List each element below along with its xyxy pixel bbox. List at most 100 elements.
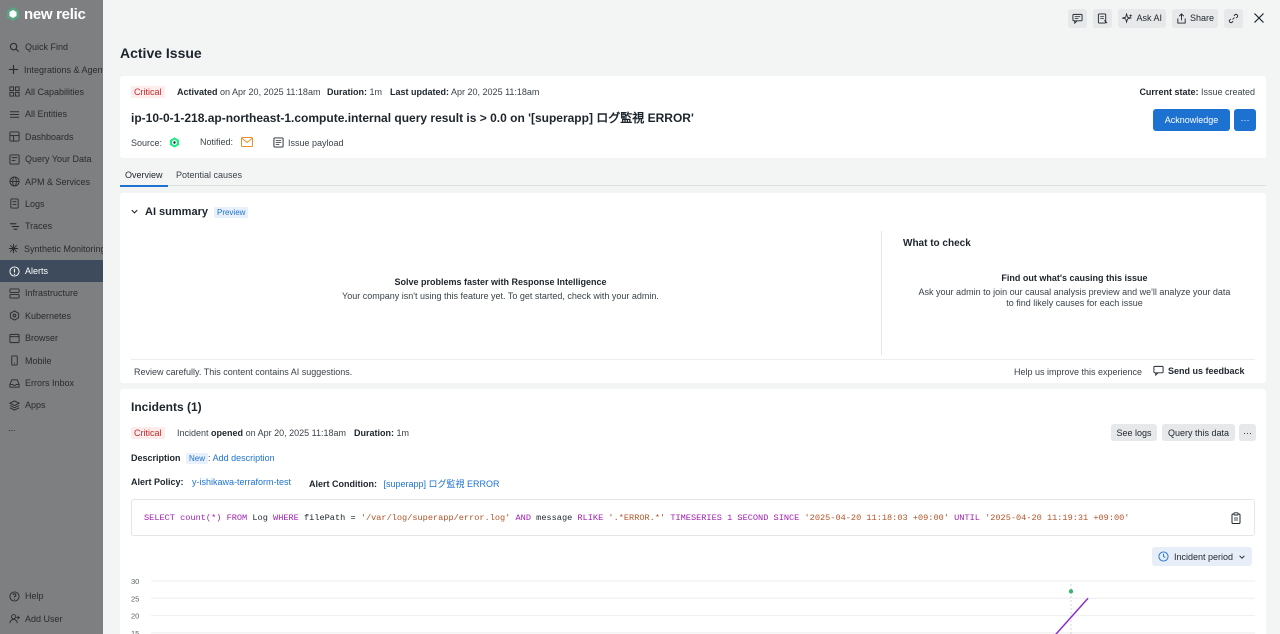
current-state-label: Current state: [1139,87,1199,97]
page-title: Active Issue [120,45,202,61]
source-label: Source: [131,137,163,148]
incident-duration-info: Duration: 1m [354,428,409,438]
add-description-link[interactable]: Add description [213,453,275,463]
send-feedback-button[interactable]: Send us feedback [1153,365,1245,376]
source-info: Source: [131,137,180,148]
new-badge: New [186,453,209,464]
synthetic-icon [8,243,19,255]
sidebar-more-button[interactable]: ... [0,417,103,439]
what-to-check-heading: Find out what's causing this issue [1001,273,1148,283]
comment-button[interactable] [1068,8,1088,28]
issue-tabs: Overview Potential causes [120,166,1266,187]
see-logs-button[interactable]: See logs [1111,424,1157,441]
issue-payload-link[interactable]: Issue payload [273,137,344,148]
sidebar-item-label: APM & Services [25,176,91,187]
event-marker[interactable] [1068,589,1074,594]
notes-button[interactable] [1093,8,1113,28]
clipboard-icon[interactable] [1230,512,1242,524]
sidebar-bottom-nav: Help Add User [0,585,103,630]
logs-icon [8,198,20,210]
last-updated-info: Last updated: Apr 20, 2025 11:18am [390,87,539,97]
logo[interactable]: new relic [0,0,103,28]
nrql-token: message [536,512,573,523]
incident-more-button[interactable]: ··· [1239,424,1256,441]
apps-icon [8,399,20,411]
close-button[interactable] [1249,9,1268,28]
sidebar-item-infrastructure[interactable]: Infrastructure [0,282,103,304]
query-this-data-button[interactable]: Query this data [1162,424,1235,441]
incident-opened-value: on Apr 20, 2025 11:18am [245,428,346,438]
ask-ai-button[interactable]: Ask AI [1118,8,1166,28]
activated-label: Activated [177,87,218,97]
nrql-token: 1 [727,512,733,523]
traces-icon [8,220,20,232]
notes-icon [1098,12,1108,24]
alert-policy-link[interactable]: y-ishikawa-terraform-test [192,477,291,487]
sidebar-item-apm-services[interactable]: APM & Services [0,170,103,192]
nrql-token: '/var/log/superapp/error.log' [360,512,511,523]
search-icon [8,41,20,53]
sidebar-item-traces[interactable]: Traces [0,215,103,237]
alert-condition-link[interactable]: [superapp] ログ監視 ERROR [384,479,500,489]
sidebar-item-mobile[interactable]: Mobile [0,349,103,371]
inbox-icon [8,377,20,389]
brand-name: new relic [24,5,86,23]
sidebar-item-all-capabilities[interactable]: All Capabilities [0,81,103,103]
nrql-token: AND [515,512,531,523]
duration-info: Duration: 1m [327,87,382,97]
activated-info: Activated on Apr 20, 2025 11:18am [177,87,320,97]
sidebar-item-browser[interactable]: Browser [0,327,103,349]
sidebar-item-logs[interactable]: Logs [0,193,103,215]
tab-overview[interactable]: Overview [120,170,168,187]
alert-condition-label: Alert Condition: [309,479,377,489]
ai-summary-heading: AI summary [145,206,208,218]
preview-badge: Preview [213,206,249,218]
what-to-check-text-1: Ask your admin to join our causal analys… [918,287,1231,297]
chevron-down-icon[interactable] [130,207,139,216]
incident-period-button[interactable]: Incident period [1152,547,1253,566]
duration-label: Duration: [327,87,367,97]
chevron-down-icon [1239,554,1245,559]
sidebar-item-synthetic-monitoring[interactable]: Synthetic Monitoring [0,238,103,260]
sidebar-item-alerts[interactable]: Alerts [0,259,103,283]
severity-badge: Critical [131,86,165,98]
nrql-query-box[interactable]: SELECT count(*) FROM Log WHERE filePath … [131,499,1255,536]
current-state-value: Issue created [1200,87,1255,97]
tab-potential-causes[interactable]: Potential causes [176,170,242,185]
comment-icon [1072,13,1083,24]
sidebar-item-help[interactable]: Help [0,585,103,607]
active-issue-panel: Ask AI Share Active Issue Critical Activ… [103,0,1280,634]
sidebar-item-dashboards[interactable]: Dashboards [0,126,103,148]
incident-duration-label: Duration: [354,428,394,438]
sidebar-item-integrations-agents[interactable]: Integrations & Agents [0,58,103,80]
sidebar-item-label: Help [25,591,44,602]
sidebar-item-kubernetes[interactable]: Kubernetes [0,305,103,327]
acknowledge-button[interactable]: Acknowledge [1153,109,1230,131]
add-user-icon [8,613,20,625]
email-icon[interactable] [241,137,254,147]
sidebar-item-all-entities[interactable]: All Entities [0,103,103,125]
issue-more-button[interactable]: ··· [1234,109,1256,131]
sidebar-item-errors-inbox[interactable]: Errors Inbox [0,372,103,394]
sidebar-item-quick-find[interactable]: Quick Find [0,36,103,58]
new-relic-logo-icon [7,7,19,21]
current-state-info: Current state: Issue created [1139,87,1255,97]
incident-chart: 30 25 20 15 [131,577,1255,634]
last-updated-value: Apr 20, 2025 11:18am [451,87,540,97]
incident-opened-info: Incident opened on Apr 20, 2025 11:18am [177,428,346,438]
share-button[interactable]: Share [1171,8,1218,28]
copy-link-button[interactable] [1224,8,1243,28]
sidebar-item-add-user[interactable]: Add User [0,608,103,630]
sidebar-item-label: Apps [25,400,46,411]
sidebar-item-query-your-data[interactable]: Query Your Data [0,148,103,170]
description-colon: : [208,453,211,463]
incident-label: Incident [177,428,209,438]
incident-period-label: Incident period [1174,551,1234,562]
nrql-token: TIMESERIES [670,512,722,523]
sidebar-item-label: Alerts [25,266,49,277]
sidebar-item-label: Traces [25,221,53,232]
issue-title: ip-10-0-1-218.ap-northeast-1.compute.int… [131,111,694,125]
list-icon [8,108,20,120]
sidebar-item-apps[interactable]: Apps [0,394,103,416]
payload-icon [273,137,284,148]
